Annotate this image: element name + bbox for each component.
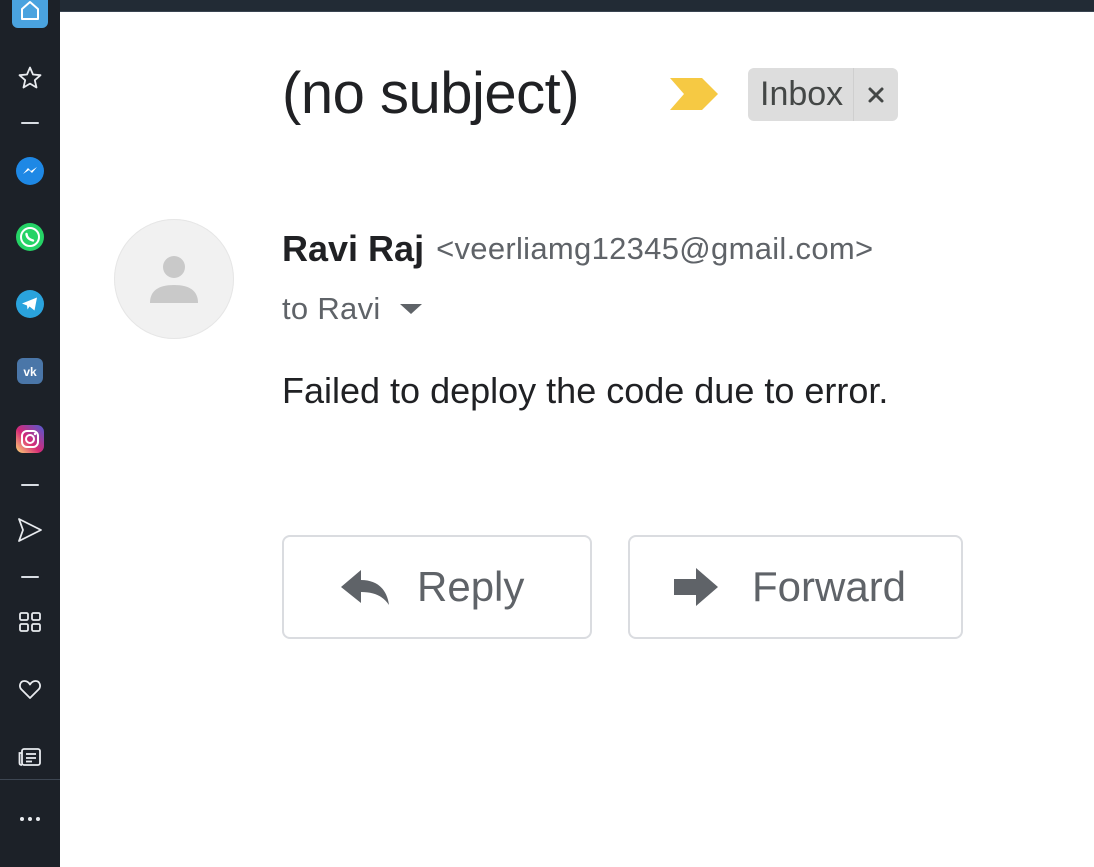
label-text: Inbox (760, 75, 844, 113)
more-icon[interactable] (12, 801, 48, 837)
forward-label: Forward (752, 563, 907, 610)
person-icon (150, 256, 198, 303)
sender-avatar (114, 219, 234, 339)
sidebar-separator (21, 484, 39, 486)
reply-button[interactable]: Reply (282, 535, 592, 639)
email-subject: (no subject) (282, 61, 580, 126)
email-body: Failed to deploy the code due to error. (282, 370, 889, 411)
recipient-line[interactable]: to Ravi (282, 288, 423, 330)
grid-icon[interactable] (12, 604, 48, 640)
vk-icon[interactable]: vk (12, 353, 48, 389)
telegram-icon[interactable] (12, 286, 48, 322)
recipient-text: to Ravi (282, 291, 381, 326)
sender-email: <veerliamg12345@gmail.com> (436, 231, 874, 266)
sender-name: Ravi Raj (282, 228, 425, 269)
star-icon[interactable] (12, 60, 48, 96)
reply-icon (339, 567, 391, 607)
sidebar-divider (0, 779, 60, 780)
important-marker-icon[interactable] (668, 76, 720, 112)
sidebar: vk (0, 0, 60, 867)
forward-button[interactable]: Forward (628, 535, 963, 639)
instagram-icon[interactable] (12, 421, 48, 457)
remove-label-icon[interactable] (853, 68, 898, 121)
forward-icon (672, 566, 720, 608)
sidebar-separator (21, 576, 39, 578)
svg-text:vk: vk (23, 365, 37, 379)
top-bar (60, 0, 1094, 12)
home-icon[interactable] (12, 0, 48, 28)
reply-label: Reply (417, 563, 525, 610)
sender-line: Ravi Raj <veerliamg12345@gmail.com> (282, 226, 873, 272)
sidebar-separator (21, 122, 39, 124)
inbox-label-chip: Inbox (748, 68, 899, 121)
news-icon[interactable] (12, 739, 48, 775)
send-icon[interactable] (12, 512, 48, 548)
whatsapp-icon[interactable] (12, 219, 48, 255)
chevron-down-icon[interactable] (399, 302, 423, 316)
heart-icon[interactable] (12, 671, 48, 707)
messenger-icon[interactable] (12, 153, 48, 189)
